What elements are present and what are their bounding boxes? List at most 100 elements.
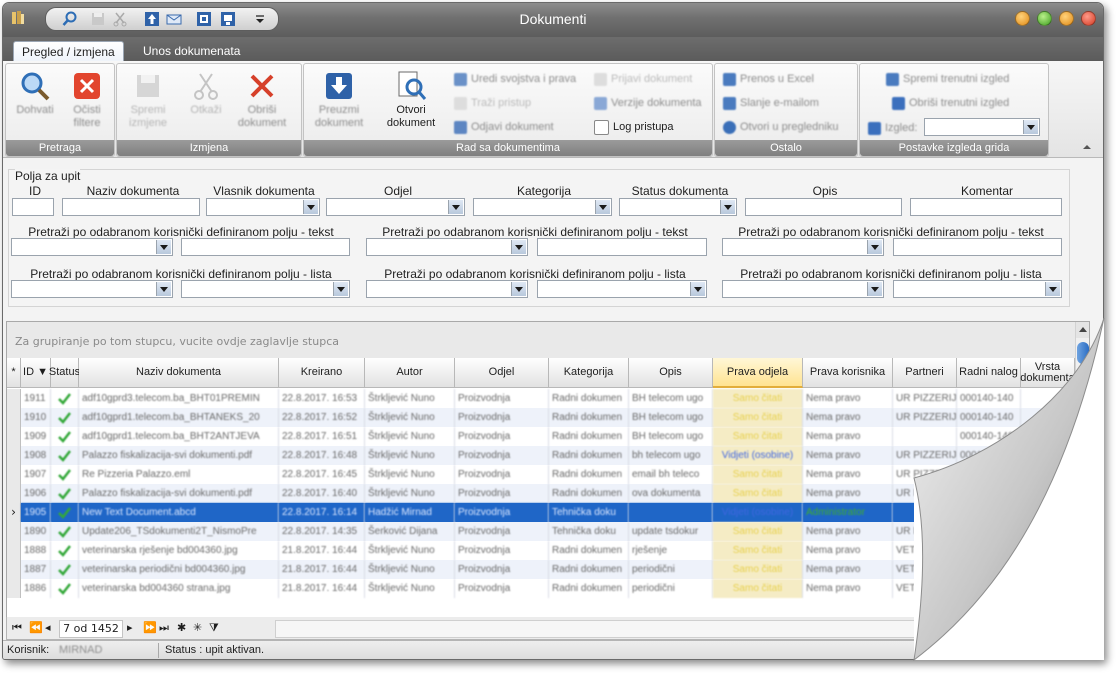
minimize-button[interactable] xyxy=(1037,11,1052,26)
row-selector[interactable] xyxy=(7,484,21,503)
table-row[interactable]: 1910 adf10gprd1.telecom.ba_BHTANEKS_20 22.… xyxy=(7,408,1089,427)
table-row[interactable]: 1886 veterinarska bd004360 strana.jpg 21.8… xyxy=(7,579,1089,598)
column-header-prava-odjela[interactable]: Prava odjela xyxy=(713,358,803,388)
chevron-down-icon[interactable] xyxy=(333,282,348,296)
collapse-ribbon-icon[interactable] xyxy=(1083,145,1091,149)
tab-unos[interactable]: Unos dokumenata xyxy=(135,41,248,61)
chevron-down-icon[interactable] xyxy=(720,200,735,214)
opis-input[interactable] xyxy=(745,198,902,216)
maximize-button[interactable] xyxy=(1059,11,1074,26)
add-record-icon[interactable]: ✱ xyxy=(177,620,186,636)
chevron-down-icon[interactable] xyxy=(1023,120,1038,134)
status-select[interactable] xyxy=(619,198,737,216)
chevron-down-icon[interactable] xyxy=(156,282,171,296)
row-selector[interactable] xyxy=(7,408,21,427)
scroll-up-icon[interactable] xyxy=(1076,322,1089,338)
edit-record-icon[interactable]: ✳ xyxy=(193,620,202,636)
custom-text-input-1[interactable] xyxy=(181,238,350,256)
otkazi-button[interactable]: Otkaži xyxy=(179,70,233,117)
komentar-input[interactable] xyxy=(910,198,1062,216)
prijavi-dokument-button[interactable]: Prijavi dokument xyxy=(594,70,692,88)
column-header-odjel[interactable]: Odjel xyxy=(455,358,549,388)
last-record-icon[interactable]: ⏭ xyxy=(159,620,169,636)
scroll-thumb[interactable] xyxy=(1077,342,1089,364)
table-row[interactable]: 1906 Palazzo fiskalizacija-svi dokumenti.… xyxy=(7,484,1089,503)
next-record-icon[interactable]: ▸ xyxy=(127,620,133,636)
custom-list-field-select-1[interactable] xyxy=(11,280,173,298)
chevron-down-icon[interactable] xyxy=(595,200,610,214)
help-button[interactable] xyxy=(1015,11,1030,26)
column-header-kreirano[interactable]: Kreirano xyxy=(279,358,365,388)
chevron-down-icon[interactable] xyxy=(511,282,526,296)
column-header-prava-korisnika[interactable]: Prava korisnika xyxy=(803,358,893,388)
prev-record-icon[interactable]: ◂ xyxy=(45,620,51,636)
column-header-status[interactable]: Status xyxy=(49,358,80,388)
preuzmi-dokument-button[interactable]: Preuzmi dokument xyxy=(312,70,366,130)
column-header-radni-nalog[interactable]: Radni nalog xyxy=(957,358,1021,388)
row-selector[interactable] xyxy=(7,579,21,598)
spremi-izmjene-button[interactable]: Spremi izmjene xyxy=(121,70,175,130)
column-header-autor[interactable]: Autor xyxy=(365,358,455,388)
filter-icon[interactable]: ⧩ xyxy=(209,620,219,636)
column-header-kategorija[interactable]: Kategorija xyxy=(549,358,629,388)
table-row[interactable]: 1908 Palazzo fiskalizacija-svi dokumenti.… xyxy=(7,446,1089,465)
uredi-svojstva-button[interactable]: Uredi svojstva i prava xyxy=(454,70,576,88)
ocisti-filtere-button[interactable]: Očisti filtere xyxy=(60,70,114,130)
chevron-down-icon[interactable] xyxy=(156,240,171,254)
close-button[interactable] xyxy=(1081,11,1096,26)
table-row[interactable]: 1887 veterinarska periodični bd004360.jpg… xyxy=(7,560,1089,579)
vertical-scrollbar[interactable] xyxy=(1075,322,1089,618)
table-row[interactable]: 1907 Re Pizzeria Palazzo.eml 22.8.2017. 16… xyxy=(7,465,1089,484)
vlasnik-select[interactable] xyxy=(206,198,320,216)
table-row[interactable]: 1888 veterinarska rješenje bd004360.jpg 21… xyxy=(7,541,1089,560)
odjavi-dokument-button[interactable]: Odjavi dokument xyxy=(454,118,554,136)
odjel-select[interactable] xyxy=(326,198,465,216)
dohvati-button[interactable]: Dohvati xyxy=(8,70,62,117)
table-row[interactable]: 1911 adf10gprd3.telecom.ba_BHT01PREMIN 22.… xyxy=(7,389,1089,408)
chevron-down-icon[interactable] xyxy=(511,240,526,254)
prev-page-icon[interactable]: ⏪ xyxy=(29,620,43,636)
custom-list-value-select-3[interactable] xyxy=(893,280,1062,298)
trazi-pristup-button[interactable]: Traži pristup xyxy=(454,94,531,112)
izgled-select[interactable] xyxy=(924,118,1040,136)
slanje-emailom-button[interactable]: Slanje e-mailom xyxy=(723,94,819,112)
spremi-izgled-button[interactable]: Spremi trenutni izgled xyxy=(886,70,1009,88)
naziv-input[interactable] xyxy=(62,198,200,216)
horizontal-scrollbar[interactable] xyxy=(275,620,917,638)
prenos-u-excel-button[interactable]: Prenos u Excel xyxy=(723,70,814,88)
verzije-dokumenta-button[interactable]: Verzije dokumenta xyxy=(594,94,702,112)
row-selector[interactable]: › xyxy=(7,503,21,522)
otvori-dokument-button[interactable]: Otvori dokument xyxy=(384,70,438,130)
chevron-down-icon[interactable] xyxy=(690,282,705,296)
custom-text-field-select-1[interactable] xyxy=(11,238,173,256)
chevron-down-icon[interactable] xyxy=(1045,282,1060,296)
tab-pregled[interactable]: Pregled / izmjena xyxy=(13,41,124,62)
row-selector[interactable] xyxy=(7,427,21,446)
custom-list-value-select-1[interactable] xyxy=(181,280,350,298)
column-header-opis[interactable]: Opis xyxy=(629,358,713,388)
chevron-down-icon[interactable] xyxy=(867,240,882,254)
otvori-u-pregledniku-button[interactable]: Otvori u pregledniku xyxy=(723,118,838,136)
column-header-vrsta[interactable]: Vrsta dokumenta xyxy=(1020,358,1075,388)
first-record-icon[interactable]: ⏮ xyxy=(12,620,22,636)
kategorija-select[interactable] xyxy=(473,198,612,216)
row-selector[interactable] xyxy=(7,541,21,560)
custom-text-field-select-2[interactable] xyxy=(366,238,528,256)
custom-text-input-3[interactable] xyxy=(893,238,1062,256)
custom-text-input-2[interactable] xyxy=(537,238,707,256)
column-header-naziv[interactable]: Naziv dokumenta xyxy=(79,358,279,388)
log-pristupa-button[interactable]: Log pristupa xyxy=(594,118,674,136)
chevron-down-icon[interactable] xyxy=(867,282,882,296)
obrisi-izgled-button[interactable]: Obriši trenutni izgled xyxy=(892,94,1009,112)
row-selector[interactable] xyxy=(7,389,21,408)
row-selector[interactable] xyxy=(7,446,21,465)
id-input[interactable] xyxy=(12,198,54,216)
table-row[interactable]: › 1905 New Text Document.abcd 22.8.2017. 16… xyxy=(7,503,1089,522)
next-page-icon[interactable]: ⏩ xyxy=(143,620,157,636)
column-header-id[interactable]: ID ▼ xyxy=(21,358,51,388)
row-selector[interactable] xyxy=(7,522,21,541)
custom-list-field-select-3[interactable] xyxy=(722,280,884,298)
row-selector[interactable] xyxy=(7,560,21,579)
column-header-partneri[interactable]: Partneri xyxy=(893,358,957,388)
group-by-panel[interactable]: Za grupiranje po tom stupcu, vucite ovdj… xyxy=(7,322,1089,359)
